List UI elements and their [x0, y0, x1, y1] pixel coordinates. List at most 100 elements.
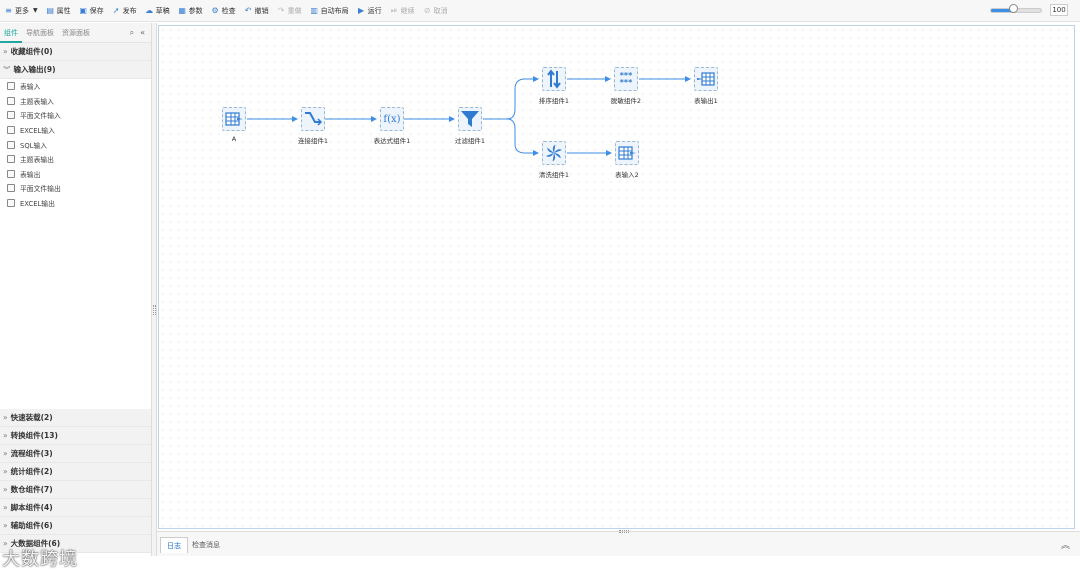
- chevron-right-icon: »: [3, 485, 8, 494]
- save-button[interactable]: ▣ 保存: [75, 0, 108, 22]
- group-script[interactable]: » 脚本组件(4): [0, 499, 151, 517]
- more-label: 更多: [15, 6, 29, 15]
- check-label: 检查: [221, 6, 236, 15]
- run-button[interactable]: ▶ 运行: [353, 0, 386, 22]
- continue-button[interactable]: ⏯ 继续: [386, 0, 419, 22]
- redo-icon: ↷: [277, 6, 285, 15]
- expression-icon: f(x): [383, 113, 401, 125]
- tab-log[interactable]: 日志: [160, 537, 188, 553]
- node-filter[interactable]: [458, 107, 482, 131]
- flat-file-input-icon: [7, 111, 15, 120]
- group-fast-load[interactable]: » 快速装载(2): [0, 409, 151, 427]
- redo-button[interactable]: ↷ 重做: [273, 0, 306, 22]
- flat-file-output-icon: [7, 184, 15, 193]
- collapse-panel-icon[interactable]: «: [140, 28, 145, 38]
- item-label: SQL输入: [20, 141, 48, 150]
- zoom-slider[interactable]: [990, 4, 1042, 14]
- group-label: 输入输出(9): [13, 65, 56, 74]
- item-label: 表输入: [20, 83, 41, 92]
- list-item[interactable]: EXCEL输入: [0, 123, 151, 138]
- more-button[interactable]: ≡ 更多 ▼: [0, 0, 42, 22]
- group-favorites[interactable]: » 收藏组件(0): [0, 43, 151, 61]
- node-label: 表输入2: [615, 171, 639, 179]
- item-label: EXCEL输出: [20, 200, 55, 209]
- list-item[interactable]: 表输出: [0, 167, 151, 182]
- list-item[interactable]: EXCEL输出: [0, 196, 151, 211]
- panel-splitter[interactable]: [152, 23, 157, 556]
- group-data-warehouse[interactable]: » 数仓组件(7): [0, 481, 151, 499]
- node-label: 连接组件1: [297, 137, 329, 145]
- group-transform[interactable]: » 转换组件(13): [0, 427, 151, 445]
- node-label: 表输出1: [694, 97, 718, 105]
- list-item[interactable]: 主题表输出: [0, 152, 151, 167]
- group-statistics[interactable]: » 统计组件(2): [0, 463, 151, 481]
- table-input-icon: [618, 146, 636, 160]
- node-label: A: [231, 135, 237, 143]
- run-label: 运行: [367, 6, 382, 15]
- tab-navigation[interactable]: 导航面板: [22, 23, 58, 43]
- node-a[interactable]: [222, 107, 246, 131]
- continue-icon: ⏯: [390, 6, 398, 15]
- list-item[interactable]: SQL输入: [0, 137, 151, 152]
- auto-layout-icon: ▥: [310, 6, 318, 15]
- design-canvas[interactable]: A 连接组件1 f(x) 表达式组件1 过滤组件1 排序组件1 *** *** …: [158, 25, 1075, 529]
- parameters-label: 参数: [188, 6, 203, 15]
- search-icon[interactable]: ⌕: [130, 28, 134, 38]
- node-table-input-2[interactable]: [615, 141, 639, 165]
- group-flow[interactable]: » 流程组件(3): [0, 445, 151, 463]
- tab-components[interactable]: 组件: [0, 23, 22, 43]
- expand-panel-icon[interactable]: ︽: [1061, 538, 1070, 551]
- node-label: 过滤组件1: [454, 137, 486, 145]
- node-label: 表达式组件1: [373, 137, 411, 145]
- undo-label: 撤销: [254, 6, 269, 15]
- check-button[interactable]: ⚙ 检查: [207, 0, 240, 22]
- panel-resize-grip[interactable]: [619, 530, 629, 533]
- draft-button[interactable]: ☁ 草稿: [141, 0, 174, 22]
- properties-button[interactable]: ▤ 属性: [42, 0, 75, 22]
- undo-button[interactable]: ↶ 撤销: [240, 0, 273, 22]
- node-expression[interactable]: f(x): [380, 107, 404, 131]
- group-big-data[interactable]: » 大数据组件(6): [0, 535, 151, 553]
- run-icon: ▶: [358, 6, 365, 15]
- node-mask[interactable]: *** ***: [614, 67, 638, 91]
- list-item[interactable]: 平面文件输入: [0, 108, 151, 123]
- table-input-icon: [7, 82, 15, 91]
- panel-tabs: 组件 导航面板 资源面板 ⌕ «: [0, 23, 151, 43]
- chevron-right-icon: »: [3, 503, 8, 512]
- auto-layout-label: 自动布局: [320, 6, 349, 15]
- group-auxiliary[interactable]: » 辅助组件(6): [0, 517, 151, 535]
- publish-label: 发布: [122, 6, 137, 15]
- toolbar: ≡ 更多 ▼ ▤ 属性 ▣ 保存 ➚ 发布 ☁ 草稿 ▦ 参数 ⚙ 检查 ↶ 撤…: [0, 0, 1080, 22]
- list-item[interactable]: 表输入: [0, 79, 151, 94]
- save-icon: ▣: [79, 6, 87, 15]
- undo-icon: ↶: [244, 6, 252, 15]
- tab-check-messages[interactable]: 检查消息: [186, 537, 226, 553]
- chevron-down-icon: ︾: [3, 65, 11, 74]
- edge-filter-cleanse: [483, 118, 539, 156]
- list-item[interactable]: 平面文件输出: [0, 181, 151, 196]
- chevron-down-icon: ▼: [33, 7, 38, 14]
- group-label: 快速装载(2): [10, 413, 53, 422]
- save-label: 保存: [89, 6, 104, 15]
- parameters-button[interactable]: ▦ 参数: [174, 0, 207, 22]
- node-sort[interactable]: [542, 67, 566, 91]
- group-label: 转换组件(13): [10, 431, 58, 440]
- group-input-output[interactable]: ︾ 输入输出(9): [0, 61, 151, 79]
- node-table-output[interactable]: [694, 67, 718, 91]
- auto-layout-button[interactable]: ▥ 自动布局: [306, 0, 353, 22]
- group-label: 数仓组件(7): [10, 485, 53, 494]
- redo-label: 重做: [287, 6, 302, 15]
- zoom-value-field[interactable]: 100: [1050, 4, 1068, 16]
- item-label: 平面文件输入: [20, 112, 61, 121]
- splitter-grip: [153, 305, 156, 315]
- edge-filter-sort: [483, 76, 539, 120]
- menu-icon: ≡: [5, 6, 12, 15]
- tab-resources[interactable]: 资源面板: [58, 23, 94, 43]
- cancel-button[interactable]: ⊘ 取消: [419, 0, 452, 22]
- node-cleanse[interactable]: [542, 141, 566, 165]
- publish-button[interactable]: ➚ 发布: [108, 0, 141, 22]
- item-label: 平面文件输出: [20, 185, 61, 194]
- node-join[interactable]: [301, 107, 325, 131]
- chevron-right-icon: »: [3, 449, 8, 458]
- list-item[interactable]: 主题表输入: [0, 94, 151, 109]
